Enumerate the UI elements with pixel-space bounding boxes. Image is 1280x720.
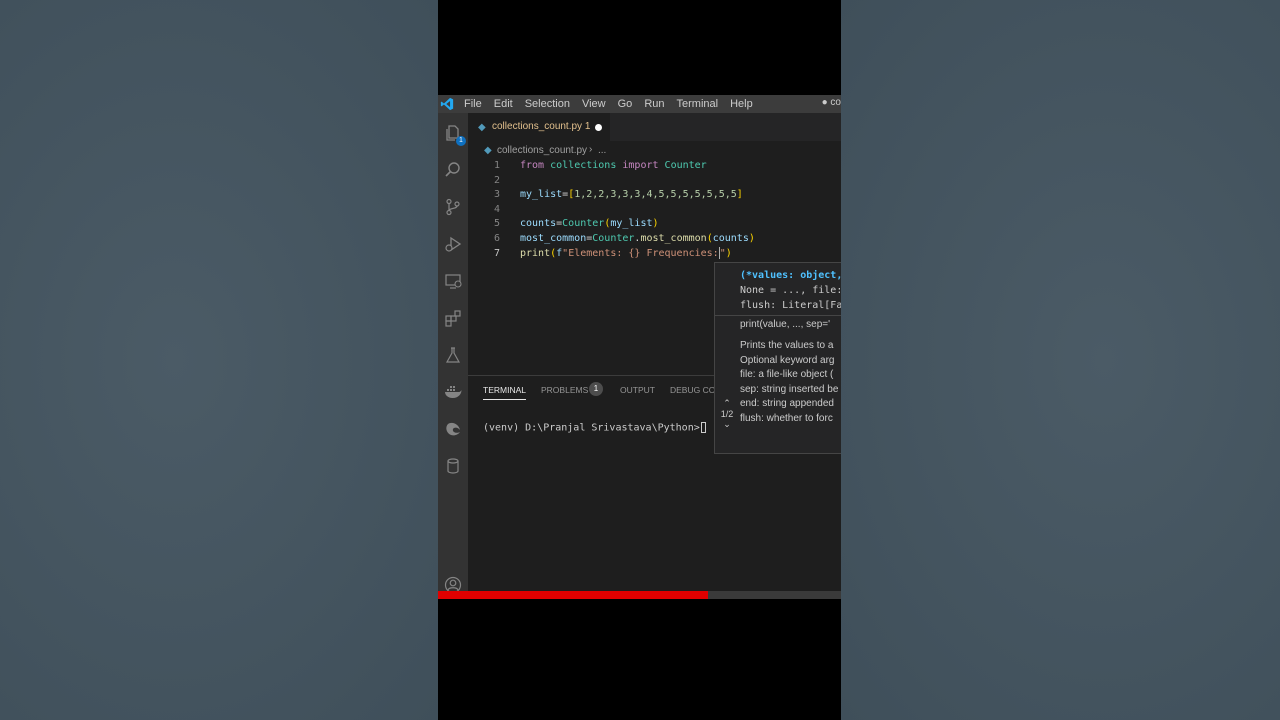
- doc-line: end: string appended: [740, 398, 834, 409]
- edge-devtools-icon[interactable]: [443, 419, 463, 439]
- code-line: 2: [468, 174, 841, 188]
- tab-label: collections_count.py: [492, 121, 583, 132]
- variable: counts: [520, 218, 557, 230]
- terminal-output[interactable]: (venv) D:\Pranjal Srivastava\Python>: [483, 422, 706, 434]
- tab-problems-count: 1: [584, 121, 591, 132]
- code-line: 5 counts=Counter(my_list): [468, 217, 841, 231]
- line-number: 7: [493, 247, 500, 259]
- explorer-badge: 1: [456, 136, 466, 146]
- vscode-logo-icon: [440, 97, 454, 111]
- menu-file[interactable]: File: [464, 97, 482, 111]
- number-list: 1,2,2,3,3,3,4,5,5,5,5,5,5,5: [574, 189, 737, 201]
- doc-line: Optional keyword arg: [740, 355, 835, 366]
- tab-terminal[interactable]: TERMINAL: [483, 385, 526, 400]
- unsaved-dot-icon[interactable]: [595, 124, 602, 131]
- string-literal: "Elements: {} Frequencies:: [562, 247, 719, 259]
- title-bar: File Edit Selection View Go Run Terminal…: [438, 95, 841, 113]
- extensions-icon[interactable]: [443, 308, 463, 328]
- code-line-active: 7 print(f"Elements: {} Frequencies:"): [468, 246, 841, 261]
- overload-counter: 1/2: [720, 409, 734, 419]
- video-progress-bar[interactable]: [438, 591, 841, 599]
- chevron-up-icon[interactable]: ⌃: [717, 398, 737, 409]
- module-name: collections: [550, 160, 617, 171]
- menu-help[interactable]: Help: [730, 97, 753, 111]
- function-name: print: [520, 247, 551, 259]
- line-number: 2: [493, 174, 500, 186]
- signature-param: (*values: object,: [740, 270, 841, 281]
- menu-edit[interactable]: Edit: [494, 97, 513, 111]
- class-name: Counter: [664, 160, 707, 171]
- doc-line: sep: string inserted be: [740, 384, 839, 395]
- signature-line: flush: Literal[Fa: [740, 300, 841, 311]
- run-debug-icon[interactable]: [443, 234, 463, 254]
- remote-explorer-icon[interactable]: [443, 271, 463, 291]
- source-control-icon[interactable]: [443, 197, 463, 217]
- argument: counts: [712, 233, 749, 244]
- variable: my_list: [520, 189, 563, 201]
- line-number: 3: [493, 189, 500, 201]
- python-file-icon: ◆: [484, 145, 492, 156]
- docker-icon[interactable]: [443, 382, 463, 402]
- line-number: 6: [493, 233, 500, 244]
- python-file-icon: ◆: [478, 122, 486, 133]
- usage-line: print(value, ..., sep=': [740, 319, 831, 330]
- bracket: ): [652, 218, 659, 230]
- class-name: Counter: [562, 218, 605, 230]
- bracket: ): [748, 233, 755, 244]
- terminal-cursor: [700, 422, 706, 433]
- menu-go[interactable]: Go: [618, 97, 633, 111]
- tab-bar: ◆ collections_count.py 1: [468, 113, 841, 141]
- menu-view[interactable]: View: [582, 97, 606, 111]
- code-line: 4: [468, 203, 841, 217]
- database-icon[interactable]: [443, 456, 463, 476]
- menu-terminal[interactable]: Terminal: [677, 97, 719, 111]
- divider: [715, 315, 841, 316]
- activity-bar: 1: [438, 113, 468, 591]
- variable: most_common: [520, 233, 587, 244]
- background-left: [0, 0, 438, 720]
- menu-selection[interactable]: Selection: [525, 97, 570, 111]
- chevron-right-icon: ›: [589, 144, 593, 155]
- line-number: 1: [493, 160, 500, 171]
- terminal-prompt: (venv) D:\Pranjal Srivastava\Python>: [483, 422, 700, 434]
- bracket: ): [725, 247, 732, 259]
- vscode-window: File Edit Selection View Go Run Terminal…: [438, 95, 841, 591]
- overload-nav: ⌃ 1/2 ⌄: [717, 398, 737, 430]
- doc-line: Prints the values to a: [740, 340, 834, 351]
- background-right: [841, 0, 1280, 720]
- keyword: import: [622, 160, 659, 171]
- menu-bar: File Edit Selection View Go Run Terminal…: [464, 97, 753, 111]
- breadcrumb-file[interactable]: collections_count.py: [497, 145, 587, 156]
- chevron-down-icon[interactable]: ⌄: [717, 419, 737, 430]
- files-icon[interactable]: 1: [443, 123, 466, 146]
- parameter-hint-popup: (*values: object, None = ..., file: flus…: [714, 262, 841, 454]
- video-progress-fill: [438, 591, 708, 599]
- class-name: Counter: [592, 233, 635, 244]
- editor-area: ◆ collections_count.py 1 ◆ collections_c…: [468, 113, 841, 591]
- tab-output[interactable]: OUTPUT: [620, 385, 655, 395]
- tab-collections-count[interactable]: ◆ collections_count.py 1: [468, 113, 610, 141]
- code-line: 3 my_list=[1,2,2,3,3,3,4,5,5,5,5,5,5,5]: [468, 188, 841, 202]
- bracket: ]: [736, 189, 743, 201]
- menu-run[interactable]: Run: [644, 97, 664, 111]
- line-number: 4: [493, 203, 500, 215]
- account-icon[interactable]: [443, 575, 463, 591]
- tab-problems[interactable]: PROBLEMS: [541, 385, 588, 395]
- code-line: 1 from collections import Counter: [468, 159, 841, 173]
- problems-badge: 1: [589, 382, 603, 396]
- function-name: most_common: [640, 233, 707, 244]
- signature-line: None = ..., file:: [740, 285, 841, 296]
- testing-icon[interactable]: [443, 345, 463, 365]
- search-icon[interactable]: [443, 160, 463, 180]
- keyword: from: [520, 160, 545, 171]
- breadcrumb-more[interactable]: ...: [598, 145, 606, 156]
- video-frame: File Edit Selection View Go Run Terminal…: [438, 0, 841, 720]
- breadcrumb: ◆ collections_count.py › ...: [468, 141, 841, 159]
- code-line: 6 most_common=Counter.most_common(counts…: [468, 232, 841, 246]
- line-number: 5: [493, 218, 500, 230]
- doc-line: file: a file-like object (: [740, 369, 834, 380]
- argument: my_list: [610, 218, 653, 230]
- window-title: ● co: [821, 97, 841, 108]
- doc-line: flush: whether to forc: [740, 413, 833, 424]
